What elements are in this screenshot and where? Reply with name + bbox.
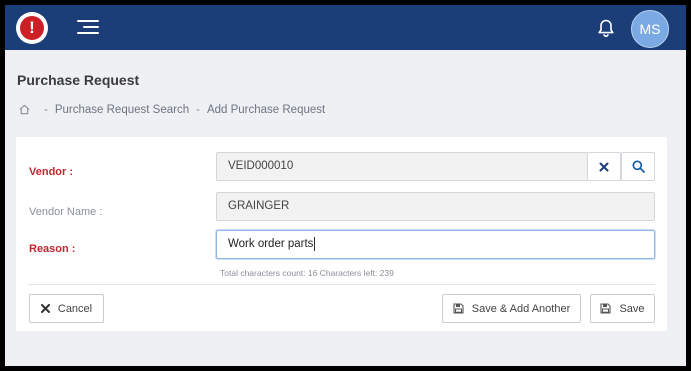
clear-x-icon (599, 162, 609, 171)
save-button-label: Save (619, 302, 645, 315)
breadcrumb-separator: - (196, 103, 200, 116)
page-title: Purchase Request (17, 72, 140, 88)
divider (28, 284, 655, 285)
app-window: ! MS Purchase Request - Purchase Request… (5, 5, 686, 366)
clear-vendor-button[interactable] (587, 152, 621, 181)
save-icon (453, 303, 464, 314)
vendor-label: Vendor : (29, 166, 74, 178)
reason-input[interactable]: Work order parts (216, 230, 655, 259)
vendor-name-label: Vendor Name : (29, 206, 103, 218)
breadcrumb-current: Add Purchase Request (206, 103, 326, 116)
reason-character-count: Total characters count: 16 Characters le… (220, 268, 394, 278)
breadcrumb-purchase-request-search[interactable]: Purchase Request Search (55, 104, 189, 116)
user-avatar[interactable]: MS (631, 10, 669, 48)
search-icon (631, 160, 645, 173)
vendor-field[interactable]: VEID000010 (216, 152, 588, 181)
save-button[interactable]: Save (590, 294, 655, 323)
close-x-icon (40, 304, 50, 313)
vendor-name-field: GRAINGER (216, 192, 655, 221)
hamburger-menu-icon[interactable] (75, 17, 99, 37)
save-and-add-another-label: Save & Add Another (471, 302, 571, 315)
logo-mark: ! (20, 16, 44, 40)
app-logo-icon[interactable]: ! (16, 12, 48, 44)
reason-label: Reason : (29, 243, 76, 255)
breadcrumb-separator: - (44, 103, 48, 116)
text-cursor (314, 236, 316, 251)
top-navigation-bar: ! MS (5, 5, 686, 50)
search-vendor-button[interactable] (621, 152, 655, 181)
cancel-button-label: Cancel (57, 302, 93, 315)
cancel-button[interactable]: Cancel (29, 294, 104, 323)
home-icon[interactable] (18, 103, 31, 116)
bell-icon[interactable] (595, 17, 617, 39)
save-and-add-another-button[interactable]: Save & Add Another (442, 294, 581, 323)
purchase-request-form: Vendor : VEID000010 Vendor Name : GRAING… (16, 137, 667, 331)
save-icon (600, 303, 612, 314)
reason-input-value: Work order parts (228, 238, 314, 250)
breadcrumb: - Purchase Request Search - Add Purchase… (18, 103, 325, 116)
